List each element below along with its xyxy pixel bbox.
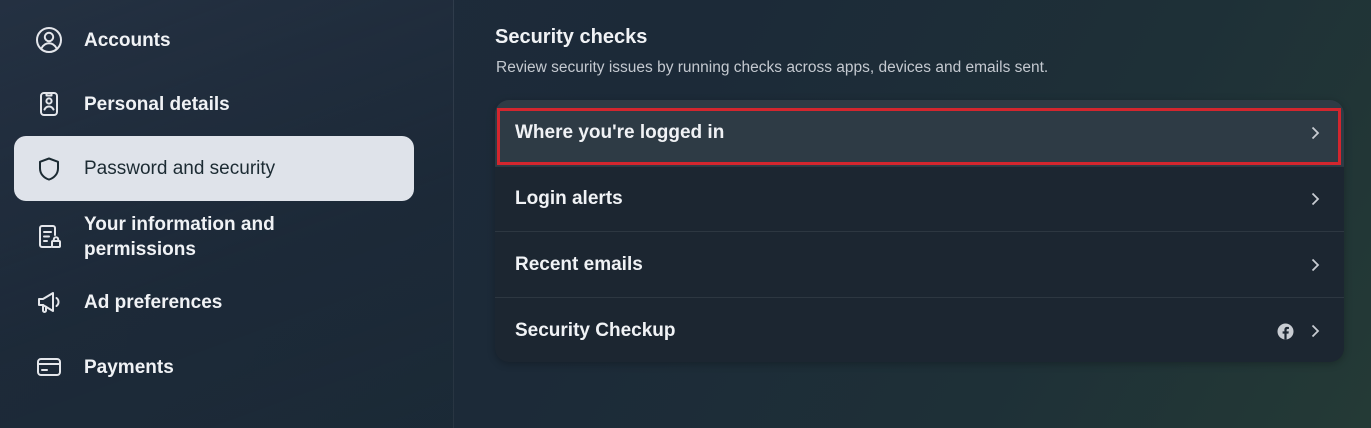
account-circle-icon xyxy=(34,25,64,55)
chevron-right-icon xyxy=(1308,258,1322,272)
login-alerts-row[interactable]: Login alerts xyxy=(495,166,1344,232)
sidebar-item-ad-preferences[interactable]: Ad preferences xyxy=(14,276,414,328)
row-label: Recent emails xyxy=(515,254,643,275)
facebook-icon xyxy=(1277,323,1294,340)
credit-card-icon xyxy=(34,352,64,382)
sidebar-item-label: Your information and permissions xyxy=(84,214,275,260)
chevron-right-icon xyxy=(1308,324,1322,338)
sidebar-item-label: Ad preferences xyxy=(84,291,223,313)
row-label: Security Checkup xyxy=(515,320,676,341)
chevron-right-icon xyxy=(1308,126,1322,140)
security-checkup-row[interactable]: Security Checkup xyxy=(495,298,1344,362)
sidebar-item-label: Payments xyxy=(84,356,174,378)
sidebar-item-accounts[interactable]: Accounts xyxy=(14,14,414,66)
chevron-right-icon xyxy=(1308,192,1322,206)
sidebar-item-password-and-security[interactable]: Password and security xyxy=(14,136,414,201)
id-card-icon xyxy=(34,89,64,119)
row-label: Where you're logged in xyxy=(515,122,725,143)
settings-sidebar: Accounts Personal details Password and s… xyxy=(0,0,454,428)
sidebar-item-personal-details[interactable]: Personal details xyxy=(14,78,414,130)
section-subtitle: Review security issues by running checks… xyxy=(496,59,1049,76)
sidebar-item-label: Personal details xyxy=(84,93,230,115)
row-label: Login alerts xyxy=(515,188,623,209)
shield-icon xyxy=(34,154,64,184)
where-youre-logged-in-row[interactable]: Where you're logged in xyxy=(495,100,1344,166)
sidebar-item-payments[interactable]: Payments xyxy=(14,341,414,393)
security-checks-card: Where you're logged in Login alerts Rece… xyxy=(495,100,1344,362)
sidebar-item-label: Password and security xyxy=(84,158,276,179)
megaphone-icon xyxy=(34,287,64,317)
document-lock-icon xyxy=(34,222,64,252)
recent-emails-row[interactable]: Recent emails xyxy=(495,232,1344,298)
sidebar-item-your-information-and-permissions[interactable]: Your information and permissions xyxy=(14,207,414,267)
sidebar-item-label: Accounts xyxy=(84,29,171,51)
section-title: Security checks xyxy=(495,26,648,48)
